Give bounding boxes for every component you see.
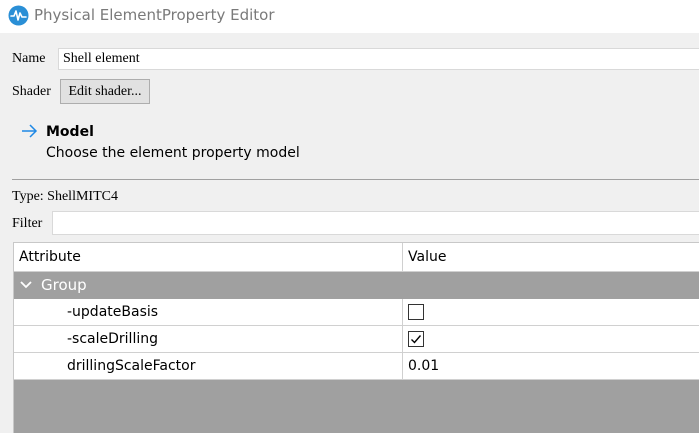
- attribute-name: -updateBasis: [67, 304, 159, 320]
- attribute-cell: drillingScaleFactor: [14, 353, 403, 379]
- drilling-scale-factor-value[interactable]: 0.01: [408, 357, 439, 375]
- attribute-name: drillingScaleFactor: [67, 358, 196, 374]
- update-basis-checkbox[interactable]: [408, 304, 424, 320]
- chevron-down-icon[interactable]: [20, 280, 32, 290]
- attribute-table: Attribute Value Group -updateBasis -scal…: [13, 242, 699, 433]
- arrow-right-icon: [22, 124, 38, 138]
- window-title: Physical ElementProperty Editor: [34, 6, 275, 24]
- table-header: Attribute Value: [14, 243, 699, 272]
- edit-shader-button[interactable]: Edit shader...: [60, 79, 150, 104]
- filter-input[interactable]: [52, 211, 699, 235]
- title-bar[interactable]: Physical ElementProperty Editor: [0, 0, 699, 33]
- value-cell[interactable]: [403, 299, 699, 325]
- name-input[interactable]: Shell element: [58, 48, 699, 70]
- value-cell[interactable]: [403, 326, 699, 352]
- attribute-cell: -scaleDrilling: [14, 326, 403, 352]
- column-header-value[interactable]: Value: [403, 243, 699, 271]
- scale-drilling-checkbox[interactable]: [408, 331, 424, 347]
- group-row[interactable]: Group: [14, 272, 699, 299]
- model-subtitle: Choose the element property model: [46, 145, 300, 161]
- shader-label: Shader: [12, 84, 51, 99]
- type-label: Type: ShellMITC4: [12, 189, 118, 204]
- table-row[interactable]: drillingScaleFactor 0.01: [14, 353, 699, 380]
- separator: [12, 179, 699, 180]
- table-row[interactable]: -scaleDrilling: [14, 326, 699, 353]
- column-header-attribute[interactable]: Attribute: [14, 243, 403, 271]
- name-label: Name: [12, 51, 46, 66]
- group-label: Group: [41, 276, 87, 294]
- model-title: Model: [46, 124, 94, 140]
- value-cell[interactable]: 0.01: [403, 353, 699, 379]
- attribute-name: -scaleDrilling: [67, 331, 158, 347]
- app-logo-icon: [8, 5, 29, 26]
- checkmark-icon: [411, 335, 422, 344]
- attribute-cell: -updateBasis: [14, 299, 403, 325]
- table-row[interactable]: -updateBasis: [14, 299, 699, 326]
- filter-label: Filter: [12, 216, 43, 231]
